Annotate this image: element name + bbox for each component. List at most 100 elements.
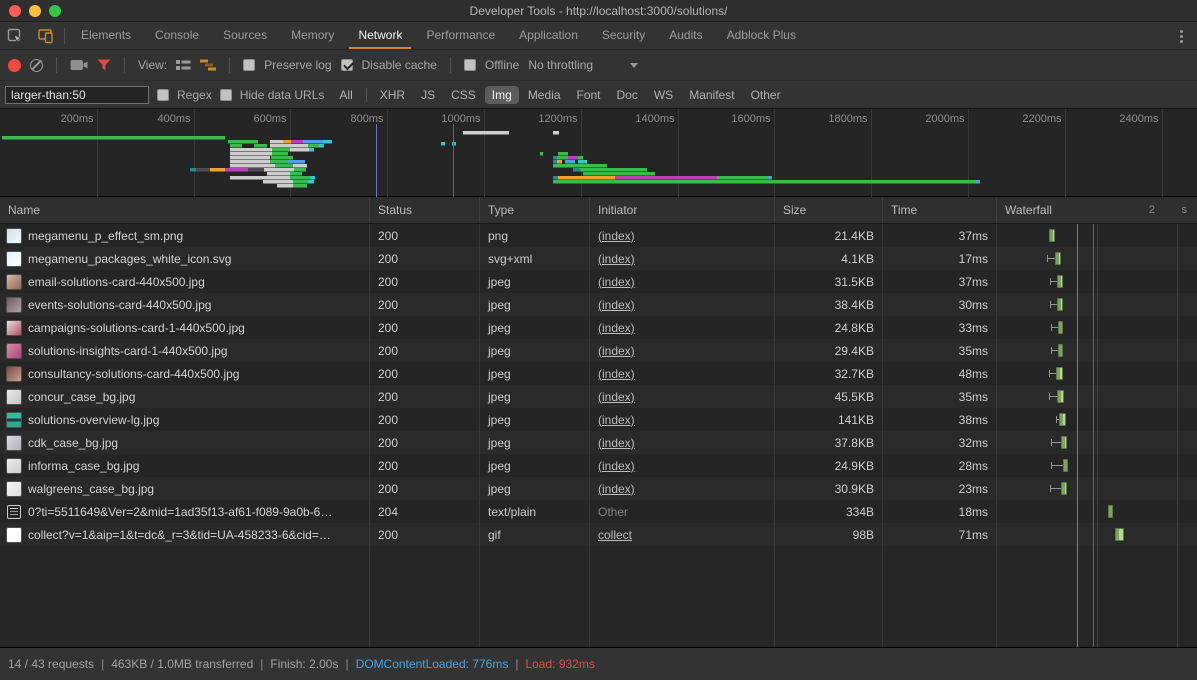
filter-type-manifest[interactable]: Manifest — [682, 86, 741, 104]
clear-icon[interactable] — [30, 59, 43, 72]
hide-data-urls-checkbox[interactable] — [220, 89, 232, 101]
record-button[interactable] — [8, 59, 21, 72]
traffic-light-close[interactable] — [9, 5, 21, 17]
throttling-dropdown-arrow[interactable] — [630, 63, 638, 68]
preserve-log-checkbox[interactable] — [243, 59, 255, 71]
device-toolbar-icon[interactable] — [30, 22, 60, 49]
column-header-waterfall[interactable]: Waterfall 2 s — [997, 197, 1197, 223]
request-initiator[interactable]: (index) — [598, 298, 635, 312]
column-header-time[interactable]: Time — [883, 197, 997, 223]
traffic-light-minimize[interactable] — [29, 5, 41, 17]
tab-console[interactable]: Console — [146, 22, 208, 49]
tab-application[interactable]: Application — [510, 22, 587, 49]
table-row[interactable]: walgreens_case_bg.jpg200jpeg(index)30.9K… — [0, 477, 1197, 500]
table-row[interactable]: collect?v=1&aip=1&t=dc&_r=3&tid=UA-45823… — [0, 523, 1197, 546]
document-thumbnail-icon — [7, 505, 21, 519]
window-title: Developer Tools - http://localhost:3000/… — [470, 4, 728, 18]
tab-elements[interactable]: Elements — [72, 22, 140, 49]
waterfall-bar[interactable] — [1063, 459, 1068, 472]
column-header-type[interactable]: Type — [480, 197, 590, 223]
tab-audits[interactable]: Audits — [660, 22, 711, 49]
filter-type-doc[interactable]: Doc — [610, 86, 645, 104]
column-header-initiator[interactable]: Initiator — [590, 197, 775, 223]
inspect-element-icon[interactable] — [0, 22, 30, 49]
network-overview-timeline[interactable]: 200ms400ms600ms800ms1000ms1200ms1400ms16… — [0, 109, 1197, 197]
traffic-lights[interactable] — [9, 5, 61, 17]
filter-type-xhr[interactable]: XHR — [373, 86, 412, 104]
waterfall-bar[interactable] — [1061, 436, 1067, 449]
filter-type-media[interactable]: Media — [521, 86, 568, 104]
tab-network[interactable]: Network — [349, 22, 411, 49]
column-header-size[interactable]: Size — [775, 197, 883, 223]
network-toolbar: View: Preserve log Disable cache Offline… — [0, 50, 1197, 81]
waterfall-bar[interactable] — [1057, 275, 1063, 288]
waterfall-view-icon[interactable] — [200, 59, 216, 71]
filter-type-other[interactable]: Other — [744, 86, 788, 104]
request-initiator[interactable]: (index) — [598, 367, 635, 381]
tab-adblock-plus[interactable]: Adblock Plus — [718, 22, 805, 49]
disable-cache-checkbox[interactable] — [341, 59, 353, 71]
table-row[interactable]: cdk_case_bg.jpg200jpeg(index)37.8KB32ms — [0, 431, 1197, 454]
request-initiator[interactable]: collect — [598, 528, 632, 542]
request-initiator[interactable]: (index) — [598, 482, 635, 496]
throttling-select[interactable]: No throttling — [528, 58, 593, 72]
table-row[interactable]: informa_case_bg.jpg200jpeg(index)24.9KB2… — [0, 454, 1197, 477]
request-status: 200 — [370, 247, 480, 270]
filter-type-js[interactable]: JS — [414, 86, 442, 104]
tab-memory[interactable]: Memory — [282, 22, 343, 49]
request-name: events-solutions-card-440x500.jpg — [28, 298, 211, 312]
filter-type-all[interactable]: All — [332, 86, 359, 104]
request-initiator[interactable]: (index) — [598, 459, 635, 473]
traffic-light-zoom[interactable] — [49, 5, 61, 17]
request-initiator[interactable]: (index) — [598, 275, 635, 289]
screenshot-capture-icon[interactable] — [70, 59, 88, 71]
column-header-status[interactable]: Status — [370, 197, 480, 223]
waterfall-bar[interactable] — [1059, 413, 1066, 426]
filter-type-font[interactable]: Font — [570, 86, 608, 104]
column-header-name[interactable]: Name — [0, 197, 370, 223]
table-row[interactable]: email-solutions-card-440x500.jpg200jpeg(… — [0, 270, 1197, 293]
table-row[interactable]: solutions-insights-card-1-440x500.jpg200… — [0, 339, 1197, 362]
table-row[interactable]: concur_case_bg.jpg200jpeg(index)45.5KB35… — [0, 385, 1197, 408]
offline-checkbox[interactable] — [464, 59, 476, 71]
filter-icon[interactable] — [97, 59, 111, 71]
filter-type-img[interactable]: Img — [485, 86, 519, 104]
filter-input[interactable] — [5, 86, 149, 104]
table-row[interactable]: solutions-overview-lg.jpg200jpeg(index)1… — [0, 408, 1197, 431]
tab-performance[interactable]: Performance — [417, 22, 504, 49]
waterfall-bar[interactable] — [1058, 321, 1063, 334]
request-size: 141KB — [775, 408, 883, 431]
waterfall-bar[interactable] — [1056, 367, 1063, 380]
table-row[interactable]: consultancy-solutions-card-440x500.jpg20… — [0, 362, 1197, 385]
table-row[interactable]: campaigns-solutions-card-1-440x500.jpg20… — [0, 316, 1197, 339]
table-row[interactable]: megamenu_p_effect_sm.png200png(index)21.… — [0, 224, 1197, 247]
waterfall-bar[interactable] — [1055, 252, 1061, 265]
waterfall-bar[interactable] — [1115, 528, 1124, 541]
request-name: informa_case_bg.jpg — [28, 459, 139, 473]
waterfall-bar[interactable] — [1108, 505, 1113, 518]
request-initiator[interactable]: (index) — [598, 252, 635, 266]
waterfall-bar[interactable] — [1057, 390, 1064, 403]
table-row[interactable]: 0?ti=5511649&Ver=2&mid=1ad35f13-af61-f08… — [0, 500, 1197, 523]
waterfall-bar[interactable] — [1058, 344, 1063, 357]
request-initiator[interactable]: (index) — [598, 390, 635, 404]
request-initiator[interactable]: (index) — [598, 413, 635, 427]
table-row[interactable]: events-solutions-card-440x500.jpg200jpeg… — [0, 293, 1197, 316]
request-initiator[interactable]: (index) — [598, 229, 635, 243]
tab-sources[interactable]: Sources — [214, 22, 276, 49]
waterfall-bar[interactable] — [1057, 298, 1063, 311]
request-initiator[interactable]: (index) — [598, 344, 635, 358]
kebab-menu-icon[interactable] — [1171, 22, 1191, 50]
svg-text:600ms: 600ms — [253, 113, 287, 125]
filter-type-css[interactable]: CSS — [444, 86, 483, 104]
request-initiator[interactable]: (index) — [598, 436, 635, 450]
tab-security[interactable]: Security — [593, 22, 654, 49]
waterfall-bar[interactable] — [1049, 229, 1055, 242]
table-row[interactable]: megamenu_packages_white_icon.svg200svg+x… — [0, 247, 1197, 270]
list-view-icon[interactable] — [176, 59, 191, 71]
request-initiator[interactable]: (index) — [598, 321, 635, 335]
filter-type-ws[interactable]: WS — [647, 86, 680, 104]
waterfall-bar[interactable] — [1061, 482, 1067, 495]
regex-checkbox[interactable] — [157, 89, 169, 101]
request-rows: megamenu_p_effect_sm.png200png(index)21.… — [0, 224, 1197, 546]
